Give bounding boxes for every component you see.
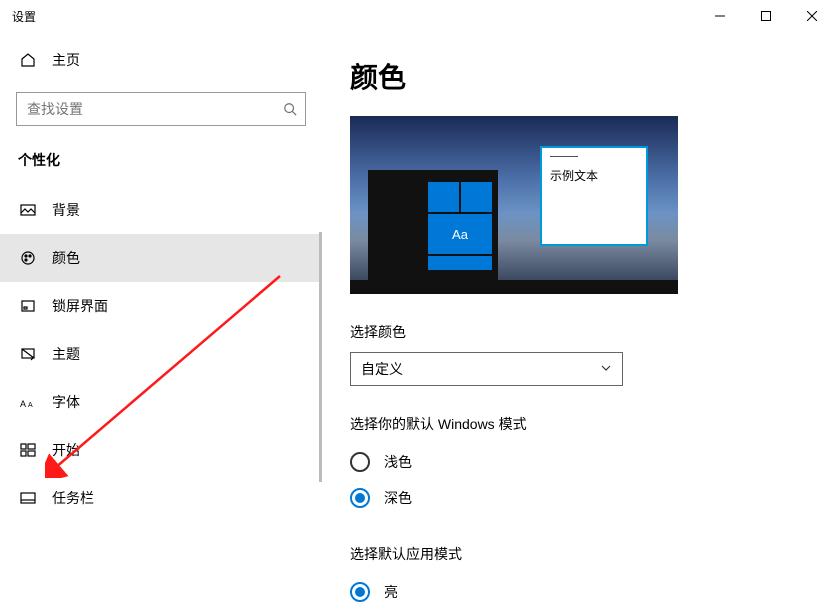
color-preview: Aa 示例文本 [350, 116, 678, 294]
radio-windows-dark[interactable]: 深色 [350, 480, 835, 516]
maximize-button[interactable] [743, 0, 789, 32]
sidebar-item-label: 开始 [52, 440, 80, 460]
close-button[interactable] [789, 0, 835, 32]
sidebar-scrollbar[interactable] [319, 232, 322, 482]
radio-label: 浅色 [384, 452, 412, 472]
sidebar: 主页 个性化 背景 颜色 [0, 32, 322, 611]
sidebar-item-fonts[interactable]: AA 字体 [0, 378, 322, 426]
preview-taskbar [350, 280, 678, 294]
app-mode-label: 选择默认应用模式 [350, 544, 835, 564]
radio-windows-light[interactable]: 浅色 [350, 444, 835, 480]
main-panel: 颜色 Aa 示例文本 选择颜色 自定义 选择你的默认 [322, 32, 835, 611]
home-label: 主页 [52, 50, 80, 70]
sidebar-item-label: 背景 [52, 200, 80, 220]
sidebar-item-themes[interactable]: 主题 [0, 330, 322, 378]
radio-icon [350, 452, 370, 472]
sidebar-item-start[interactable]: 开始 [0, 426, 322, 474]
search-icon [275, 102, 305, 116]
search-box[interactable] [16, 92, 306, 126]
select-color-label: 选择颜色 [350, 322, 835, 342]
preview-tile [461, 182, 492, 212]
palette-icon [20, 250, 36, 266]
window-controls [697, 0, 835, 32]
sidebar-item-background[interactable]: 背景 [0, 186, 322, 234]
preview-window: 示例文本 [540, 146, 648, 246]
sidebar-item-colors[interactable]: 颜色 [0, 234, 322, 282]
radio-icon [350, 582, 370, 602]
preview-tile-aa: Aa [428, 214, 492, 254]
sidebar-item-label: 锁屏界面 [52, 296, 108, 316]
picture-icon [20, 202, 36, 218]
select-value: 自定义 [361, 359, 403, 379]
minimize-button[interactable] [697, 0, 743, 32]
sidebar-item-label: 主题 [52, 344, 80, 364]
chevron-down-icon [600, 361, 612, 377]
svg-text:A: A [28, 402, 33, 409]
sidebar-item-lockscreen[interactable]: 锁屏界面 [0, 282, 322, 330]
home-icon [20, 52, 36, 68]
sidebar-section-label: 个性化 [0, 126, 322, 178]
home-nav[interactable]: 主页 [0, 40, 322, 80]
theme-icon [20, 346, 36, 362]
preview-tile [428, 256, 492, 270]
page-title: 颜色 [350, 56, 835, 96]
sidebar-item-label: 字体 [52, 392, 80, 412]
preview-tile [428, 182, 459, 212]
sidebar-item-label: 颜色 [52, 248, 80, 268]
radio-app-light[interactable]: 亮 [350, 574, 835, 610]
sidebar-item-taskbar[interactable]: 任务栏 [0, 474, 322, 522]
windows-mode-label: 选择你的默认 Windows 模式 [350, 414, 835, 434]
lockscreen-icon [20, 298, 36, 314]
font-icon: AA [20, 395, 36, 409]
start-icon [20, 442, 36, 458]
taskbar-icon [20, 490, 36, 506]
search-input[interactable] [17, 101, 275, 117]
radio-icon [350, 488, 370, 508]
color-mode-select[interactable]: 自定义 [350, 352, 623, 386]
title-bar: 设置 [0, 0, 835, 32]
radio-label: 亮 [384, 582, 398, 602]
window-title: 设置 [12, 8, 36, 25]
preview-start-menu: Aa [368, 170, 498, 280]
radio-label: 深色 [384, 488, 412, 508]
svg-text:A: A [20, 399, 26, 409]
preview-sample-text: 示例文本 [550, 167, 638, 184]
sidebar-item-label: 任务栏 [52, 488, 94, 508]
